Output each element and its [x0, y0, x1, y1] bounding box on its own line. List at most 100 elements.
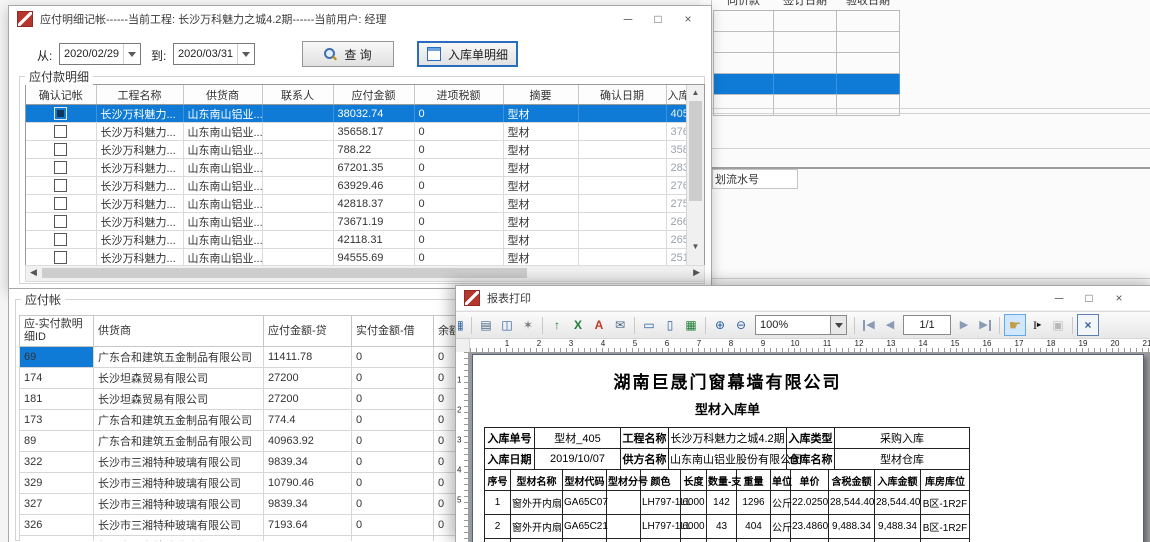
row-checkbox[interactable]	[54, 161, 67, 174]
page-indicator[interactable]: 1/1	[903, 315, 951, 335]
zoom-select[interactable]: 100%	[755, 315, 847, 335]
table-row[interactable]: 329长沙市三湘特种玻璃有限公司10790.4600	[20, 473, 456, 494]
column-header[interactable]: 余额	[434, 316, 456, 347]
table-row[interactable]	[714, 11, 900, 32]
table-row[interactable]: 89广东合和建筑五金制品有限公司40963.9200	[20, 431, 456, 452]
excel-export-icon[interactable]: X	[568, 315, 588, 335]
table-row[interactable]	[714, 53, 900, 74]
row-checkbox[interactable]	[54, 233, 67, 246]
column-header[interactable]: 供货商	[94, 316, 264, 347]
table-row[interactable]: 长沙万科魅力...山东南山铝业...73671.190型材266	[26, 213, 686, 231]
row-checkbox[interactable]	[54, 143, 67, 156]
docked-icon[interactable]: ▦	[458, 315, 467, 335]
minimize-button[interactable]: ─	[613, 7, 643, 31]
table-row[interactable]: 长沙万科魅力...山东南山铝业...63929.460型材276	[26, 177, 686, 195]
table-row[interactable]: 2窗外开内扇GA65C21LH797-1LL600043404公斤23.4860…	[485, 515, 970, 539]
vertical-scrollbar[interactable]: ▲ ▼	[686, 85, 704, 265]
zoom-in-icon[interactable]: ⊕	[710, 315, 730, 335]
column-header[interactable]: 联系人	[262, 85, 333, 105]
text-select-tool-icon[interactable]: I▸	[1027, 315, 1047, 335]
from-date-select[interactable]: 2020/02/29	[59, 43, 141, 65]
table-row[interactable]: 长沙万科魅力...山东南山铝业...67201.350型材283	[26, 159, 686, 177]
multi-page-icon[interactable]: ▦	[681, 315, 701, 335]
row-checkbox[interactable]	[54, 107, 67, 120]
export-icon[interactable]: ↑	[547, 315, 567, 335]
table-row[interactable]: 入库单号型材_405工程名称长沙万科魅力之城4.2期入库类型采购入库	[485, 428, 970, 449]
open-icon[interactable]: ◫	[497, 315, 517, 335]
table-row[interactable]: 长沙万科魅力...山东南山铝业...35658.170型材376	[26, 123, 686, 141]
column-header[interactable]: 进项税额	[414, 85, 503, 105]
table-row[interactable]	[714, 74, 900, 95]
table-row[interactable]: 长沙万科魅力...山东南山铝业...42818.370型材275	[26, 195, 686, 213]
scroll-right-icon[interactable]: ▶	[693, 267, 700, 278]
page-setup-icon[interactable]: ▭	[639, 315, 659, 335]
close-preview-icon[interactable]: ×	[1077, 314, 1099, 336]
settings-icon[interactable]: ✶	[518, 315, 538, 335]
scrollbar-thumb[interactable]	[42, 268, 527, 278]
column-header[interactable]: 供货商	[183, 85, 262, 105]
zoom-out-icon[interactable]: ⊖	[731, 315, 751, 335]
row-checkbox[interactable]	[54, 215, 67, 228]
table-row[interactable]: 1窗外开内扇GA65C07LH797-1LL60001421296公斤22.02…	[485, 491, 970, 515]
chevron-down-icon[interactable]	[123, 44, 140, 64]
column-header[interactable]: 确认记帐	[26, 85, 96, 105]
to-date-select[interactable]: 2020/03/31	[173, 43, 255, 65]
inbound-detail-button[interactable]: 入库单明细	[417, 41, 518, 67]
table-row[interactable]: 322长沙市三湘特种玻璃有限公司9839.3400	[20, 452, 456, 473]
table-row[interactable]: 326长沙市三湘特种玻璃有限公司7193.6400	[20, 515, 456, 536]
scroll-left-icon[interactable]: ◀	[30, 267, 37, 278]
table-row[interactable]	[714, 32, 900, 53]
single-page-icon[interactable]: ▯	[660, 315, 680, 335]
pdf-export-icon[interactable]: A	[589, 315, 609, 335]
row-checkbox[interactable]	[54, 251, 67, 264]
print-icon[interactable]: ▤	[476, 315, 496, 335]
table-row[interactable]: 长沙万科魅力...山东南山铝业...38032.740型材405	[26, 105, 686, 123]
serial-number-field[interactable]: 划流水号	[712, 169, 798, 189]
column-header[interactable]: 应付金额-贷	[264, 316, 352, 347]
last-page-button[interactable]: ▶	[975, 315, 995, 335]
scroll-up-icon[interactable]: ▲	[687, 88, 704, 97]
close-button[interactable]: ×	[673, 7, 703, 31]
horizontal-scrollbar[interactable]: ◀ ▶	[25, 265, 705, 282]
column-header[interactable]: 摘要	[503, 85, 578, 105]
table-row[interactable]: 327长沙市三湘特种玻璃有限公司9839.3400	[20, 494, 456, 515]
column-header[interactable]: 签订日期	[774, 0, 837, 11]
column-header[interactable]: 验收日期	[837, 0, 900, 11]
maximize-button[interactable]: □	[643, 7, 673, 31]
preview-area[interactable]: 湖南巨晟门窗幕墙有限公司 型材入库单 入库单号型材_405工程名称长沙万科魅力之…	[468, 352, 1150, 542]
copy-page-icon[interactable]: ▣	[1048, 315, 1068, 335]
column-header[interactable]: 入库	[666, 85, 686, 105]
table-row[interactable]: 长沙万科魅力...山东南山铝业...788.220型材358	[26, 141, 686, 159]
column-header[interactable]: 确认日期	[578, 85, 666, 105]
scrollbar-thumb[interactable]	[689, 101, 702, 201]
row-checkbox[interactable]	[54, 179, 67, 192]
table-row[interactable]: 长沙万科魅力...山东南山铝业...94555.690型材251	[26, 249, 686, 267]
hand-tool-icon[interactable]: ☛	[1004, 314, 1026, 336]
table-row[interactable]: 181长沙坦森贸易有限公司2720000	[20, 389, 456, 410]
query-button[interactable]: 查 询	[302, 41, 394, 67]
mail-icon[interactable]: ✉	[610, 315, 630, 335]
table-row[interactable]: 173广东合和建筑五金制品有限公司774.400	[20, 410, 456, 431]
column-header[interactable]: 应-实付款明细ID	[20, 316, 94, 347]
column-header[interactable]: 实付金额-借	[352, 316, 434, 347]
close-button[interactable]: ×	[1104, 286, 1134, 310]
table-row[interactable]: 69广东合和建筑五金制品有限公司11411.7800	[20, 347, 456, 368]
prev-page-button[interactable]: ◀	[880, 315, 900, 335]
maximize-button[interactable]: □	[1074, 286, 1104, 310]
table-row[interactable]: 入库日期2019/10/07供方名称山东南山铝业股份有限公司仓库名称型材仓库	[485, 449, 970, 470]
next-page-button[interactable]: ▶	[954, 315, 974, 335]
row-checkbox[interactable]	[54, 197, 67, 210]
table-row[interactable]	[485, 539, 970, 542]
table-row[interactable]: 长沙市三湘特种玻璃有限公司	[20, 536, 456, 542]
column-header[interactable]: 应付金额	[333, 85, 414, 105]
first-page-button[interactable]: ◀	[859, 315, 879, 335]
chevron-down-icon[interactable]	[830, 316, 846, 334]
table-row[interactable]: 174长沙坦森贸易有限公司2720000	[20, 368, 456, 389]
chevron-down-icon[interactable]	[237, 44, 254, 64]
scroll-down-icon[interactable]: ▼	[687, 242, 704, 251]
row-checkbox[interactable]	[54, 125, 67, 138]
column-header[interactable]: 工程名称	[96, 85, 183, 105]
minimize-button[interactable]: ─	[1044, 286, 1074, 310]
table-row[interactable]: 长沙万科魅力...山东南山铝业...42118.310型材265	[26, 231, 686, 249]
column-header[interactable]: 同价款	[714, 0, 774, 11]
